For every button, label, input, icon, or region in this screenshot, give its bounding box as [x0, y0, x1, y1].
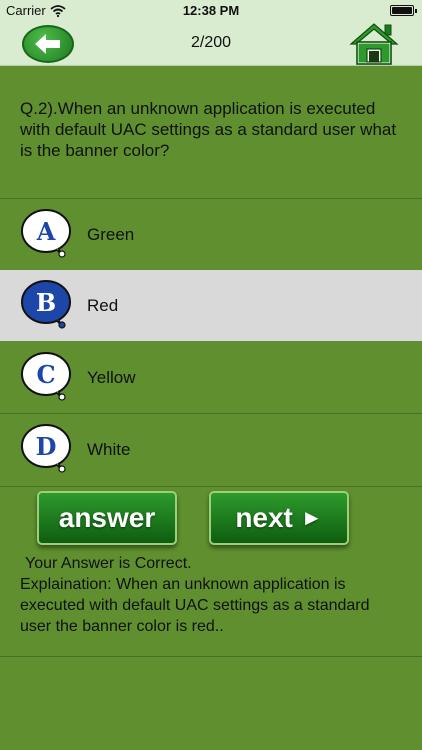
battery-fill — [392, 7, 412, 14]
option-c[interactable]: C Yellow — [0, 342, 422, 413]
home-button[interactable] — [348, 22, 400, 66]
option-label: White — [87, 439, 131, 459]
result-status: Your Answer is Correct. — [25, 555, 192, 572]
option-label: Red — [87, 295, 119, 315]
nav-bar: 2/200 — [0, 22, 422, 66]
status-time: 12:38 PM — [182, 3, 240, 18]
option-b[interactable]: B Red — [0, 270, 422, 341]
question-text: Q.2).When an unknown application is exec… — [20, 99, 397, 160]
option-d[interactable]: D White — [0, 414, 422, 485]
option-letter: A — [36, 217, 56, 246]
option-letter: B — [36, 288, 56, 317]
divider — [0, 656, 422, 657]
option-a[interactable]: A Green — [0, 199, 422, 270]
next-button[interactable]: next ► — [209, 491, 349, 545]
battery-icon — [390, 5, 417, 16]
letter-c-bubble-icon: C — [21, 352, 71, 401]
answer-button-label: answer — [58, 502, 156, 533]
next-button-label: next — [235, 502, 293, 533]
status-bar: Carrier 12:38 PM — [0, 0, 422, 22]
letter-a-bubble-icon: A — [21, 209, 71, 258]
letter-b-bubble-icon: B — [21, 280, 71, 329]
divider — [0, 486, 422, 487]
option-label: Green — [87, 224, 135, 244]
home-icon — [349, 23, 399, 65]
explanation-text: Explaination: When an unknown applicatio… — [20, 576, 370, 635]
option-letter: D — [36, 432, 57, 461]
letter-d-bubble-icon: D — [21, 424, 71, 473]
play-arrow-icon: ► — [300, 505, 323, 530]
option-label: Yellow — [87, 367, 136, 387]
answer-button[interactable]: answer — [37, 491, 177, 545]
option-letter: C — [36, 360, 55, 389]
